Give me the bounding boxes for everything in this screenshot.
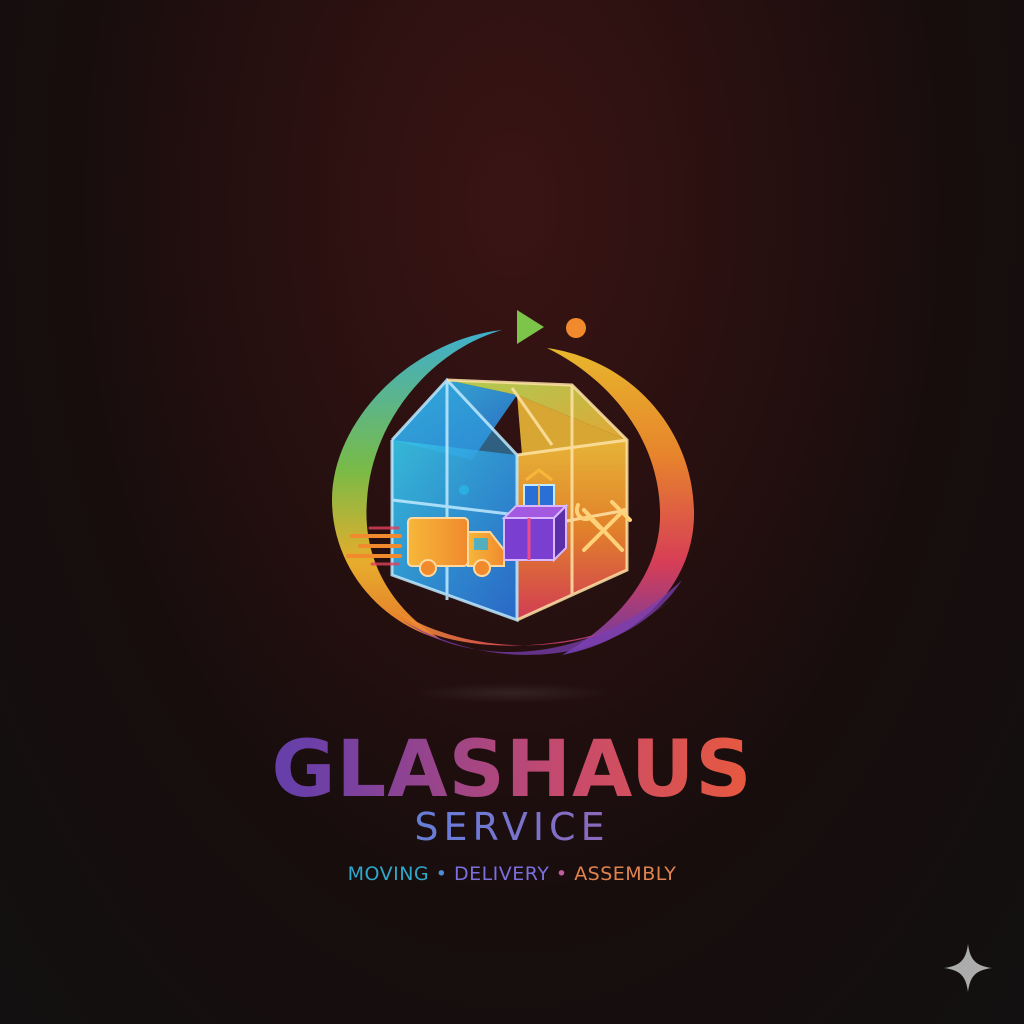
- glass-house-emblem-icon: [332, 310, 695, 655]
- brand-subtitle: SERVICE: [0, 802, 1024, 852]
- tagline-separator: •: [435, 863, 448, 885]
- logo-canvas: GLASHAUS SERVICE MOVING • DELIVERY • ASS…: [0, 0, 1024, 1024]
- tagline-separator: •: [555, 863, 568, 885]
- tagline-delivery: DELIVERY: [453, 863, 550, 885]
- brand-tagline: MOVING • DELIVERY • ASSEMBLY: [0, 860, 1024, 888]
- emblem-shadow: [412, 683, 612, 703]
- sparkle-icon: [944, 944, 992, 992]
- orange-dot-icon: [566, 318, 586, 338]
- tagline-assembly: ASSEMBLY: [574, 863, 677, 885]
- tagline-moving: MOVING: [347, 863, 430, 885]
- play-arrow-icon: [517, 310, 544, 344]
